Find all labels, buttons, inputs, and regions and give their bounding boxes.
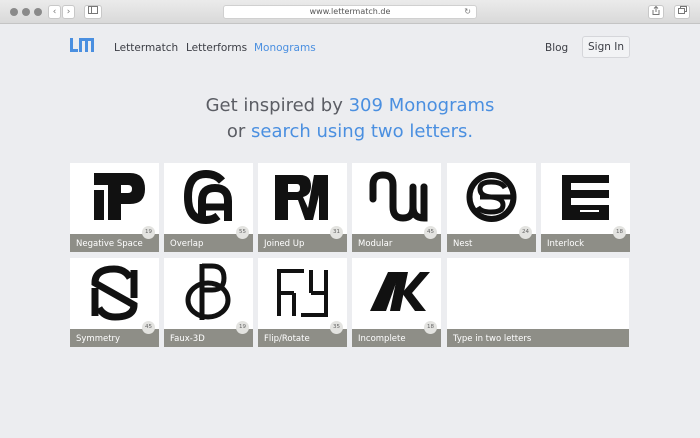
monogram-op-icon [185, 263, 231, 320]
lettermatch-logo[interactable] [70, 38, 94, 52]
count-badge: 45 [142, 321, 155, 334]
hero-prefix-2: or [226, 121, 251, 142]
monogram-ee-icon [562, 175, 609, 220]
category-tile-overlap[interactable]: Overlap 55 [164, 163, 253, 252]
zoom-window-icon[interactable] [34, 8, 42, 16]
reload-icon[interactable]: ↻ [464, 6, 471, 18]
tile-label: Flip/Rotate [264, 334, 310, 344]
monogram-ak-icon [370, 272, 430, 311]
tile-label: Faux-3D [170, 334, 205, 344]
two-letter-search-tile[interactable]: Type in two letters [447, 258, 629, 347]
monogram-count-link[interactable]: 309 Monograms [349, 95, 495, 116]
nav-monograms[interactable]: Monograms [254, 42, 316, 54]
category-tile-incomplete[interactable]: Incomplete 18 [352, 258, 441, 347]
category-tile-modular[interactable]: Modular 45 [352, 163, 441, 252]
category-tile-flip-rotate[interactable]: Flip/Rotate 35 [258, 258, 347, 347]
hero-prefix-1: Get inspired by [205, 95, 349, 116]
tile-label: Symmetry [76, 334, 121, 344]
count-badge: 19 [236, 321, 249, 334]
hero-line-2: or search using two letters. [0, 121, 700, 142]
tile-label: Modular [358, 239, 393, 249]
url-text: www.lettermatch.de [309, 7, 391, 16]
search-tile-label: Type in two letters [453, 334, 532, 344]
nav-lettermatch[interactable]: Lettermatch [114, 42, 178, 54]
monogram-sn-icon [91, 265, 138, 321]
count-badge: 35 [330, 321, 343, 334]
monogram-tp-icon [94, 173, 145, 220]
category-tile-joined-up[interactable]: Joined Up 31 [258, 163, 347, 252]
tabs-icon[interactable] [674, 5, 690, 19]
count-badge: 24 [519, 226, 532, 239]
count-badge: 19 [142, 226, 155, 239]
count-badge: 18 [424, 321, 437, 334]
browser-toolbar: ‹ › www.lettermatch.de ↻ [0, 0, 700, 24]
category-tile-interlock[interactable]: Interlock 18 [541, 163, 630, 252]
tile-label: Negative Space [76, 239, 143, 249]
count-badge: 45 [424, 226, 437, 239]
tile-label: Joined Up [264, 239, 305, 249]
forward-icon[interactable]: › [62, 5, 75, 19]
nav-blog[interactable]: Blog [545, 42, 568, 54]
category-tile-nest[interactable]: Nest 24 [447, 163, 536, 252]
address-bar[interactable]: www.lettermatch.de ↻ [223, 5, 477, 19]
tile-label: Incomplete [358, 334, 406, 344]
category-tile-negative-space[interactable]: Negative Space 19 [70, 163, 159, 252]
hero-line-1: Get inspired by 309 Monograms [0, 95, 700, 116]
count-badge: 18 [613, 226, 626, 239]
close-window-icon[interactable] [10, 8, 18, 16]
category-tile-symmetry[interactable]: Symmetry 45 [70, 258, 159, 347]
monogram-nu-icon [369, 171, 428, 222]
monogram-se-icon [466, 172, 517, 222]
count-badge: 31 [330, 226, 343, 239]
monogram-ff-icon [277, 269, 328, 317]
tile-label: Interlock [547, 239, 585, 249]
sign-in-button[interactable]: Sign In [582, 36, 630, 58]
search-letters-link[interactable]: search using two letters. [251, 121, 473, 142]
tile-label: Overlap [170, 239, 204, 249]
share-icon[interactable] [648, 5, 664, 19]
category-tile-faux-3d[interactable]: Faux-3D 19 [164, 258, 253, 347]
monogram-ca-icon [183, 169, 232, 225]
monogram-rm-icon [275, 175, 328, 220]
tile-label: Nest [453, 239, 473, 249]
nav-letterforms[interactable]: Letterforms [186, 42, 247, 54]
back-icon[interactable]: ‹ [48, 5, 61, 19]
minimize-window-icon[interactable] [22, 8, 30, 16]
count-badge: 55 [236, 226, 249, 239]
sidebar-icon[interactable] [84, 5, 102, 19]
